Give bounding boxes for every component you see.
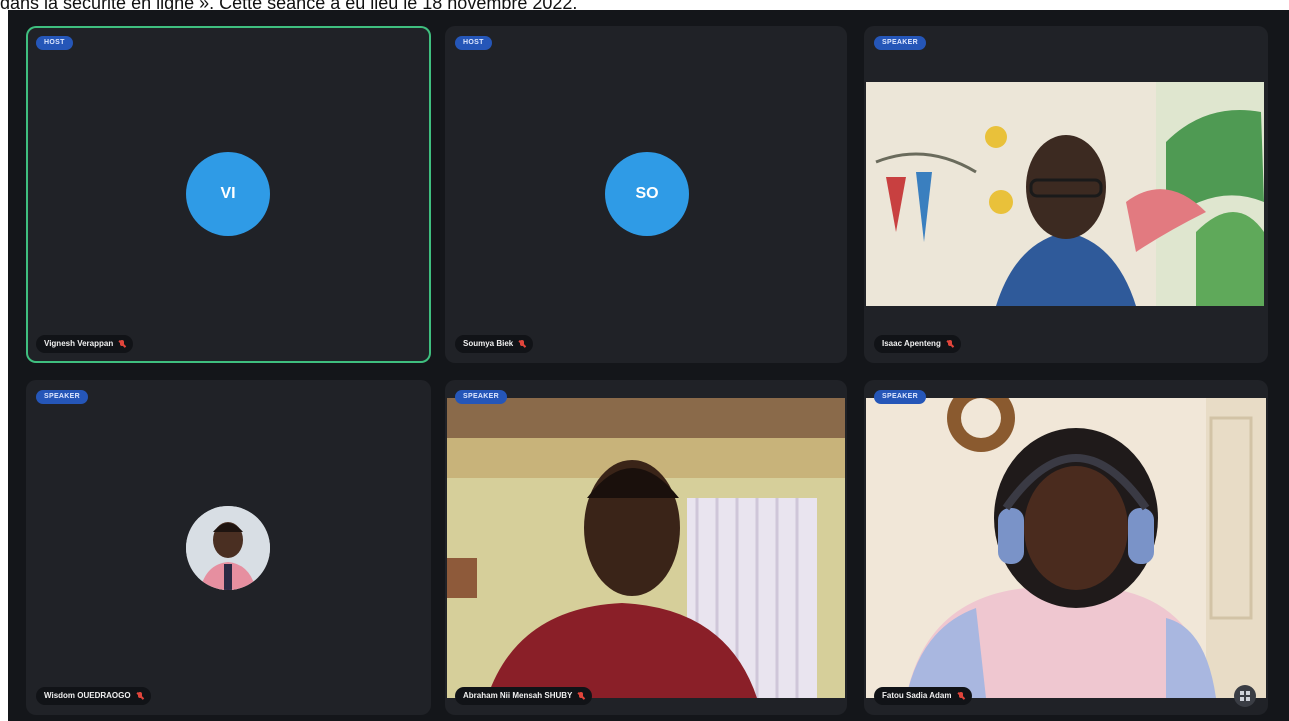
role-badge: HOST (455, 36, 492, 50)
avatar: SO (605, 152, 689, 236)
video-feed (866, 398, 1266, 698)
caption-text: dans la sécurité en ligne ». Cette séanc… (0, 0, 578, 10)
video-frame-image (866, 398, 1266, 698)
role-badge: SPEAKER (874, 390, 926, 404)
participant-name: Vignesh Verappan (36, 335, 134, 353)
participant-name-label: Vignesh Verappan (44, 339, 114, 348)
participant-tile[interactable]: SPEAKER Isaac Apenteng (864, 26, 1268, 363)
video-frame-image (447, 398, 845, 698)
participant-name-label: Soumya Biek (463, 339, 514, 348)
participant-name: Soumya Biek (455, 335, 534, 353)
participant-name: Isaac Apenteng (874, 335, 961, 353)
participant-name: Abraham Nii Mensah SHUBY (455, 687, 593, 705)
avatar: VI (186, 152, 270, 236)
participant-name-label: Fatou Sadia Adam (882, 691, 952, 700)
participant-name-label: Isaac Apenteng (882, 339, 941, 348)
participant-tile[interactable]: HOST SO Soumya Biek (445, 26, 847, 363)
video-feed (447, 398, 845, 698)
role-badge: SPEAKER (455, 390, 507, 404)
participant-tile[interactable]: HOST VI Vignesh Verappan (26, 26, 431, 363)
participant-name-label: Abraham Nii Mensah SHUBY (463, 691, 573, 700)
avatar (186, 506, 270, 590)
video-frame-image (866, 82, 1264, 306)
muted-mic-icon (137, 692, 143, 700)
participant-name: Fatou Sadia Adam (874, 687, 972, 705)
role-badge: HOST (36, 36, 73, 50)
video-feed (866, 82, 1264, 306)
participant-tile[interactable]: SPEAKER Fatou Sadia Adam (864, 380, 1268, 715)
muted-mic-icon (958, 692, 964, 700)
role-badge: SPEAKER (36, 390, 88, 404)
muted-mic-icon (519, 340, 525, 348)
muted-mic-icon (947, 340, 953, 348)
participant-name-label: Wisdom OUEDRAOGO (44, 691, 131, 700)
meeting-grid: HOST VI Vignesh Verappan HOST SO Soumya … (8, 10, 1289, 721)
role-badge: SPEAKER (874, 36, 926, 50)
participant-tile[interactable]: SPEAKER Abraham Nii Mensah SHUBY (445, 380, 847, 715)
muted-mic-icon (119, 340, 125, 348)
grid-layout-glyph (1240, 691, 1250, 701)
participant-tile[interactable]: SPEAKER Wisdom OUEDRAOGO (26, 380, 431, 715)
avatar-photo (186, 506, 270, 590)
grid-layout-icon[interactable] (1234, 685, 1256, 707)
participant-name: Wisdom OUEDRAOGO (36, 687, 151, 705)
muted-mic-icon (578, 692, 584, 700)
